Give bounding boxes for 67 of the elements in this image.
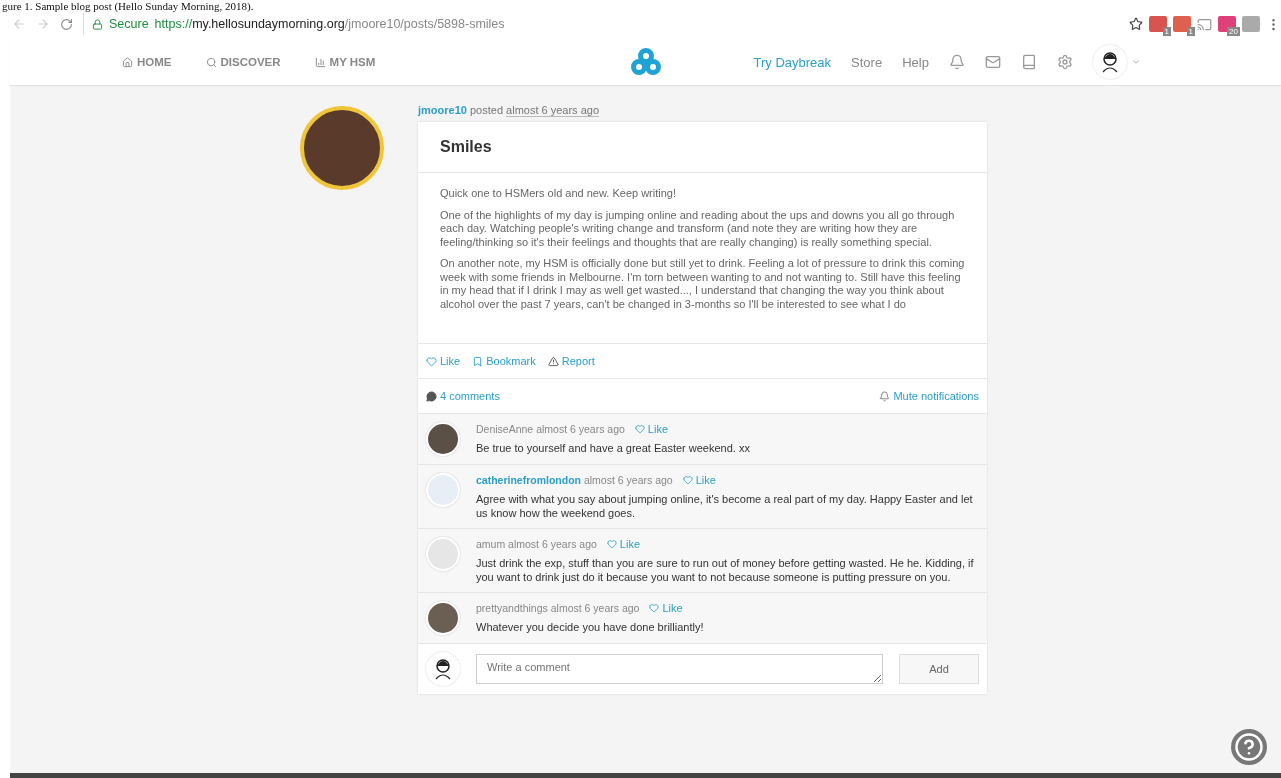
caret-icon[interactable] bbox=[1130, 57, 1141, 67]
bell-icon[interactable] bbox=[948, 54, 965, 70]
address-url[interactable]: https://my.hellosundaymorning.org/jmoore10/posts/5898-smiles bbox=[154, 17, 505, 31]
user-avatar[interactable] bbox=[1092, 45, 1127, 79]
reload-icon[interactable] bbox=[60, 17, 73, 31]
star-icon[interactable] bbox=[1129, 17, 1143, 31]
comments-link[interactable]: 4 comments bbox=[426, 390, 500, 402]
logo-icon[interactable] bbox=[629, 48, 662, 76]
help-button[interactable] bbox=[1231, 729, 1267, 765]
bar-chart-icon bbox=[314, 56, 326, 68]
nav-link[interactable]: Store bbox=[851, 54, 883, 70]
bell-icon bbox=[879, 390, 891, 402]
heart-icon bbox=[682, 475, 693, 485]
heart-icon bbox=[649, 603, 660, 613]
cast-icon[interactable] bbox=[1197, 16, 1212, 32]
comment-field[interactable]: Write a comment bbox=[476, 654, 883, 684]
settings-icon[interactable] bbox=[1056, 54, 1073, 70]
extension-badge: 20 bbox=[1227, 27, 1240, 36]
nav-link[interactable]: MY HSM bbox=[314, 56, 376, 68]
like-link[interactable]: Like bbox=[682, 474, 716, 486]
action-link[interactable]: Report bbox=[547, 355, 595, 367]
figure-caption: gure 1. Sample blog post (Hello Sunday Morning, 2018). bbox=[1, 0, 255, 13]
search-icon bbox=[205, 56, 217, 68]
heart-icon bbox=[634, 424, 645, 434]
speech-bubble-icon bbox=[426, 390, 437, 402]
post-meta: jmoore10 posted almost 6 years ago bbox=[418, 104, 601, 116]
nav-link[interactable]: Try Daybreak bbox=[753, 54, 832, 70]
action-link[interactable]: Bookmark bbox=[472, 355, 536, 367]
warning-icon bbox=[547, 355, 559, 367]
home-icon bbox=[122, 56, 133, 68]
comment-meta: DeniseAnne almost 6 years ago bbox=[476, 423, 625, 435]
post-paragraph: On another note, my HSM is officially done but still yet to drink. Feeling a lot of pressure to drink this coming week with some friends in Melbourne. I'm torn between wanting to and not wanting to. Still have this feeling in my head that if I drink I may as well get wasted..., I understand that changing the way you think about alcohol over the past 7 years, can't be changed in 3-months so I'll be interested to see what I do bbox=[440, 257, 965, 311]
comment-meta: amum almost 6 years ago bbox=[476, 538, 597, 550]
mail-icon[interactable] bbox=[984, 54, 1001, 70]
photo-placeholder bbox=[426, 601, 460, 635]
mute-link[interactable]: Mute notifications bbox=[879, 390, 979, 402]
default-avatar bbox=[426, 537, 460, 571]
post-paragraph: Quick one to HSMers old and new. Keep writing! bbox=[440, 187, 677, 201]
forward-icon[interactable] bbox=[36, 17, 50, 31]
heart-icon bbox=[606, 539, 617, 549]
photo-placeholder bbox=[426, 422, 460, 456]
avatar-drawing bbox=[433, 658, 453, 680]
like-link[interactable]: Like bbox=[649, 602, 683, 614]
add-button[interactable]: Add bbox=[899, 654, 979, 684]
heart-icon bbox=[426, 355, 437, 367]
nav-link[interactable]: HOME bbox=[122, 56, 172, 68]
extension-badge: 1 bbox=[1186, 27, 1195, 36]
comment-text: Whatever you decide you have done brilliantly! bbox=[476, 620, 704, 634]
secure-label: Secure bbox=[109, 17, 149, 31]
comment-meta: catherinefromlondon almost 6 years ago bbox=[476, 474, 673, 486]
like-link[interactable]: Like bbox=[634, 423, 669, 435]
extension-badge: 1 bbox=[1162, 27, 1171, 36]
comment-meta: prettyandthings almost 6 years ago bbox=[476, 602, 640, 614]
author-link[interactable]: jmoore10 bbox=[418, 104, 467, 116]
nav-link[interactable]: Help bbox=[902, 54, 929, 70]
bookmark-icon bbox=[472, 355, 484, 367]
book-icon[interactable] bbox=[1020, 54, 1037, 70]
back-icon[interactable] bbox=[12, 17, 26, 31]
post-paragraph: One of the highlights of my day is jumping online and reading about the ups and downs you all go through each day. Watching people's writing change and transform (and note they are writing how they are feeling/thinking so it's their feelings and thoughts that are really changing) is really something special. bbox=[440, 208, 956, 249]
comment-text: Just drink the exp, stuff than you are sure to run out of money before getting wasted. He he. Kidding, if you want to drink just do it because you want to not because someone is putting pressure on you. bbox=[476, 556, 975, 584]
comment-text: Agree with what you say about jumping online, it's become a real part of my day. Happy Easter and let us know how the weekend goes. bbox=[476, 492, 974, 520]
comment-text: Be true to yourself and have a great Easter weekend. xx bbox=[476, 441, 750, 455]
post-title: Smiles bbox=[418, 122, 987, 173]
action-link[interactable]: Like bbox=[426, 355, 461, 367]
nav-link[interactable]: DISCOVER bbox=[205, 56, 281, 68]
like-link[interactable]: Like bbox=[606, 538, 640, 550]
lock-icon bbox=[92, 18, 103, 30]
